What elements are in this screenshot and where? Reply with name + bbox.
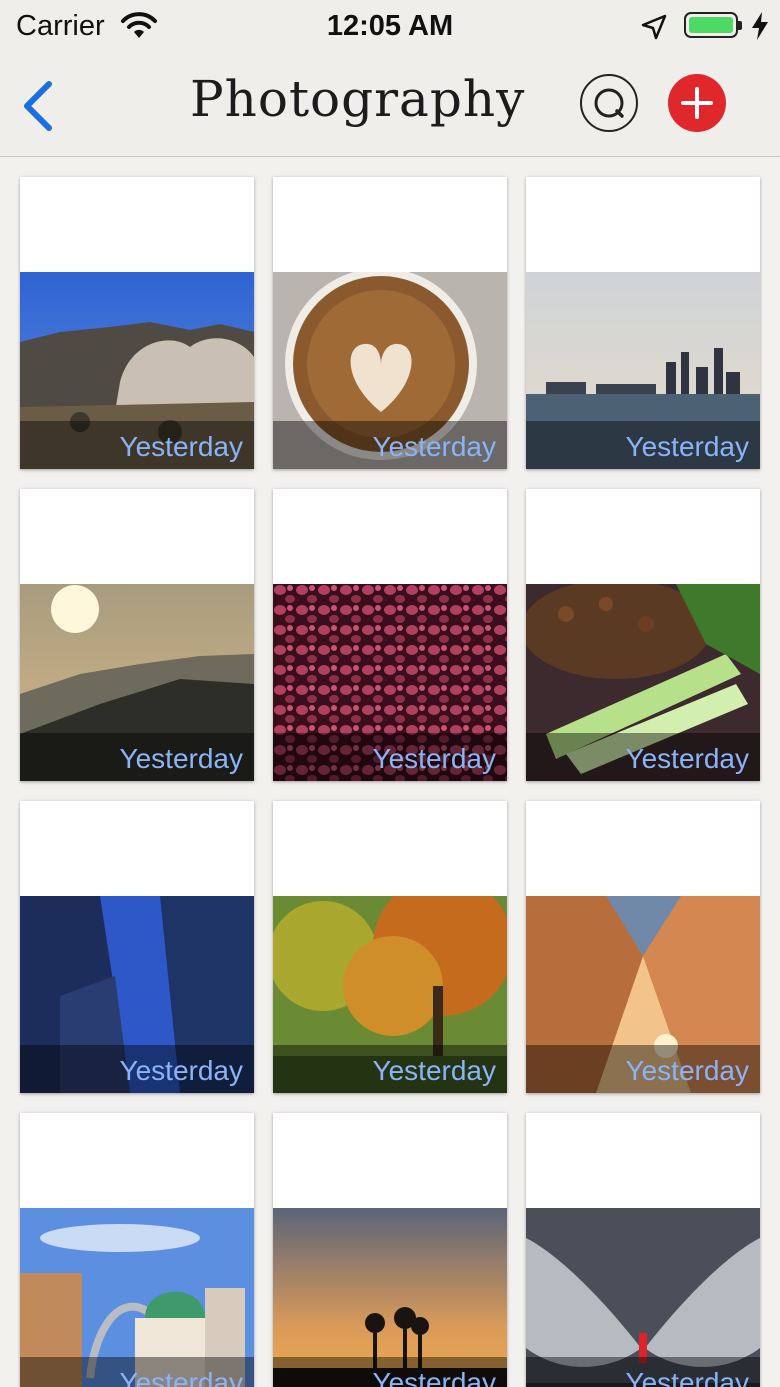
photo-date: Yesterday <box>625 743 750 774</box>
navigation-bar: Photography <box>0 56 780 157</box>
charging-bolt-icon <box>752 12 768 40</box>
photo-card[interactable]: Yesterday <box>526 489 760 781</box>
photo-date: Yesterday <box>372 1055 497 1086</box>
photo-card[interactable]: Yesterday <box>20 489 254 781</box>
photo-card[interactable]: Yesterday <box>20 1113 254 1387</box>
photo-card[interactable]: Yesterday <box>20 801 254 1093</box>
chevron-left-icon <box>24 81 52 131</box>
wifi-icon <box>121 12 157 38</box>
photo-date: Yesterday <box>372 1367 497 1387</box>
add-button[interactable] <box>668 74 726 132</box>
battery-icon <box>684 12 742 38</box>
location-arrow-icon <box>641 14 667 40</box>
photo-card[interactable]: Yesterday <box>273 489 507 781</box>
photo-card[interactable]: Yesterday <box>273 801 507 1093</box>
photo-grid: Yesterday Yesterday Yesterday Yesterday … <box>0 157 780 1387</box>
search-icon <box>594 88 624 118</box>
photo-date: Yesterday <box>372 431 497 462</box>
photo-date: Yesterday <box>625 431 750 462</box>
battery-level <box>689 17 733 33</box>
photo-card[interactable]: Yesterday <box>273 177 507 469</box>
photo-card[interactable]: Yesterday <box>20 177 254 469</box>
photo-date: Yesterday <box>119 431 244 462</box>
status-bar: Carrier 12:05 AM <box>0 0 780 56</box>
back-button[interactable] <box>18 80 58 132</box>
page-title: Photography <box>190 70 526 128</box>
photo-card[interactable]: Yesterday <box>526 801 760 1093</box>
photo-date: Yesterday <box>372 743 497 774</box>
plus-icon <box>681 87 713 119</box>
photo-date: Yesterday <box>625 1367 750 1387</box>
photo-date: Yesterday <box>119 1367 244 1387</box>
carrier-label: Carrier <box>16 10 105 42</box>
photo-date: Yesterday <box>119 743 244 774</box>
photo-date: Yesterday <box>119 1055 244 1086</box>
photo-card[interactable]: Yesterday <box>526 177 760 469</box>
photo-card[interactable]: Yesterday <box>526 1113 760 1387</box>
search-button[interactable] <box>580 74 638 132</box>
photo-card[interactable]: Yesterday <box>273 1113 507 1387</box>
photo-date: Yesterday <box>625 1055 750 1086</box>
